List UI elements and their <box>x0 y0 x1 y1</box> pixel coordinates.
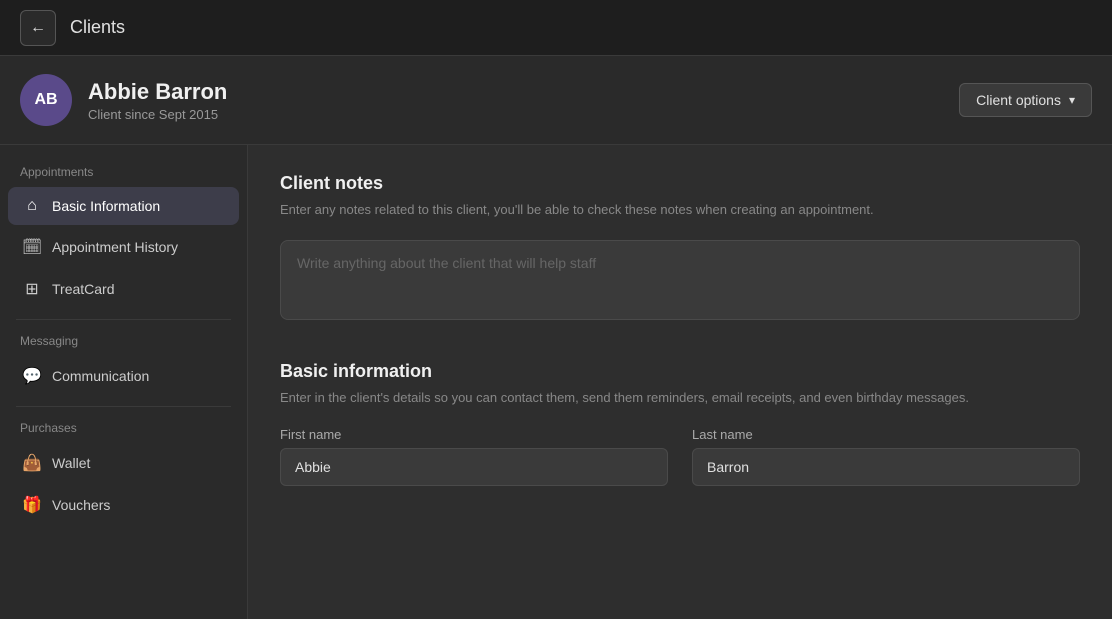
main-layout: Appointments ⌂ Basic Information 🗓 Appoi… <box>0 145 1112 619</box>
calendar-icon: 🗓 <box>22 237 42 257</box>
content-area: Client notes Enter any notes related to … <box>248 145 1112 619</box>
back-button[interactable]: ← <box>20 10 56 46</box>
basic-info-desc: Enter in the client's details so you can… <box>280 388 1080 408</box>
sidebar-item-label: TreatCard <box>52 281 115 297</box>
sidebar: Appointments ⌂ Basic Information 🗓 Appoi… <box>0 145 248 619</box>
sidebar-divider-purchases <box>16 406 231 407</box>
name-fields-row: First name Last name <box>280 427 1080 486</box>
sidebar-section-purchases: Purchases <box>8 417 239 443</box>
sidebar-item-label: Vouchers <box>52 497 110 513</box>
client-name: Abbie Barron <box>88 79 959 105</box>
sidebar-item-label: Appointment History <box>52 239 178 255</box>
sidebar-section-appointments: Appointments <box>8 161 239 187</box>
avatar: AB <box>20 74 72 126</box>
sidebar-item-wallet[interactable]: 👜 Wallet <box>8 443 239 483</box>
top-bar: ← Clients <box>0 0 1112 56</box>
sidebar-item-appointment-history[interactable]: 🗓 Appointment History <box>8 227 239 267</box>
sidebar-item-basic-information[interactable]: ⌂ Basic Information <box>8 187 239 225</box>
first-name-input[interactable] <box>280 448 668 486</box>
first-name-label: First name <box>280 427 668 442</box>
grid-icon: ⊞ <box>22 279 42 299</box>
chevron-down-icon: ▾ <box>1069 93 1075 107</box>
sidebar-item-label: Communication <box>52 368 149 384</box>
notes-textarea[interactable] <box>280 240 1080 320</box>
last-name-group: Last name <box>692 427 1080 486</box>
sidebar-item-treatcard[interactable]: ⊞ TreatCard <box>8 269 239 309</box>
voucher-icon: 🎁 <box>22 495 42 515</box>
back-icon: ← <box>30 19 46 37</box>
first-name-group: First name <box>280 427 668 486</box>
sidebar-item-label: Basic Information <box>52 198 160 214</box>
basic-info-section: Basic information Enter in the client's … <box>280 361 1080 487</box>
client-since: Client since Sept 2015 <box>88 107 959 122</box>
last-name-label: Last name <box>692 427 1080 442</box>
sidebar-item-vouchers[interactable]: 🎁 Vouchers <box>8 485 239 525</box>
sidebar-item-communication[interactable]: 💬 Communication <box>8 356 239 396</box>
notes-section-desc: Enter any notes related to this client, … <box>280 200 1080 220</box>
client-options-label: Client options <box>976 92 1061 108</box>
notes-section-title: Client notes <box>280 173 1080 194</box>
home-icon: ⌂ <box>22 197 42 215</box>
sidebar-item-label: Wallet <box>52 455 90 471</box>
basic-info-title: Basic information <box>280 361 1080 382</box>
last-name-input[interactable] <box>692 448 1080 486</box>
wallet-icon: 👜 <box>22 453 42 473</box>
client-options-button[interactable]: Client options ▾ <box>959 83 1092 117</box>
sidebar-divider-messaging <box>16 319 231 320</box>
client-info: Abbie Barron Client since Sept 2015 <box>88 79 959 122</box>
sidebar-section-messaging: Messaging <box>8 330 239 356</box>
chat-icon: 💬 <box>22 366 42 386</box>
client-header: AB Abbie Barron Client since Sept 2015 C… <box>0 56 1112 145</box>
page-title: Clients <box>70 17 125 38</box>
